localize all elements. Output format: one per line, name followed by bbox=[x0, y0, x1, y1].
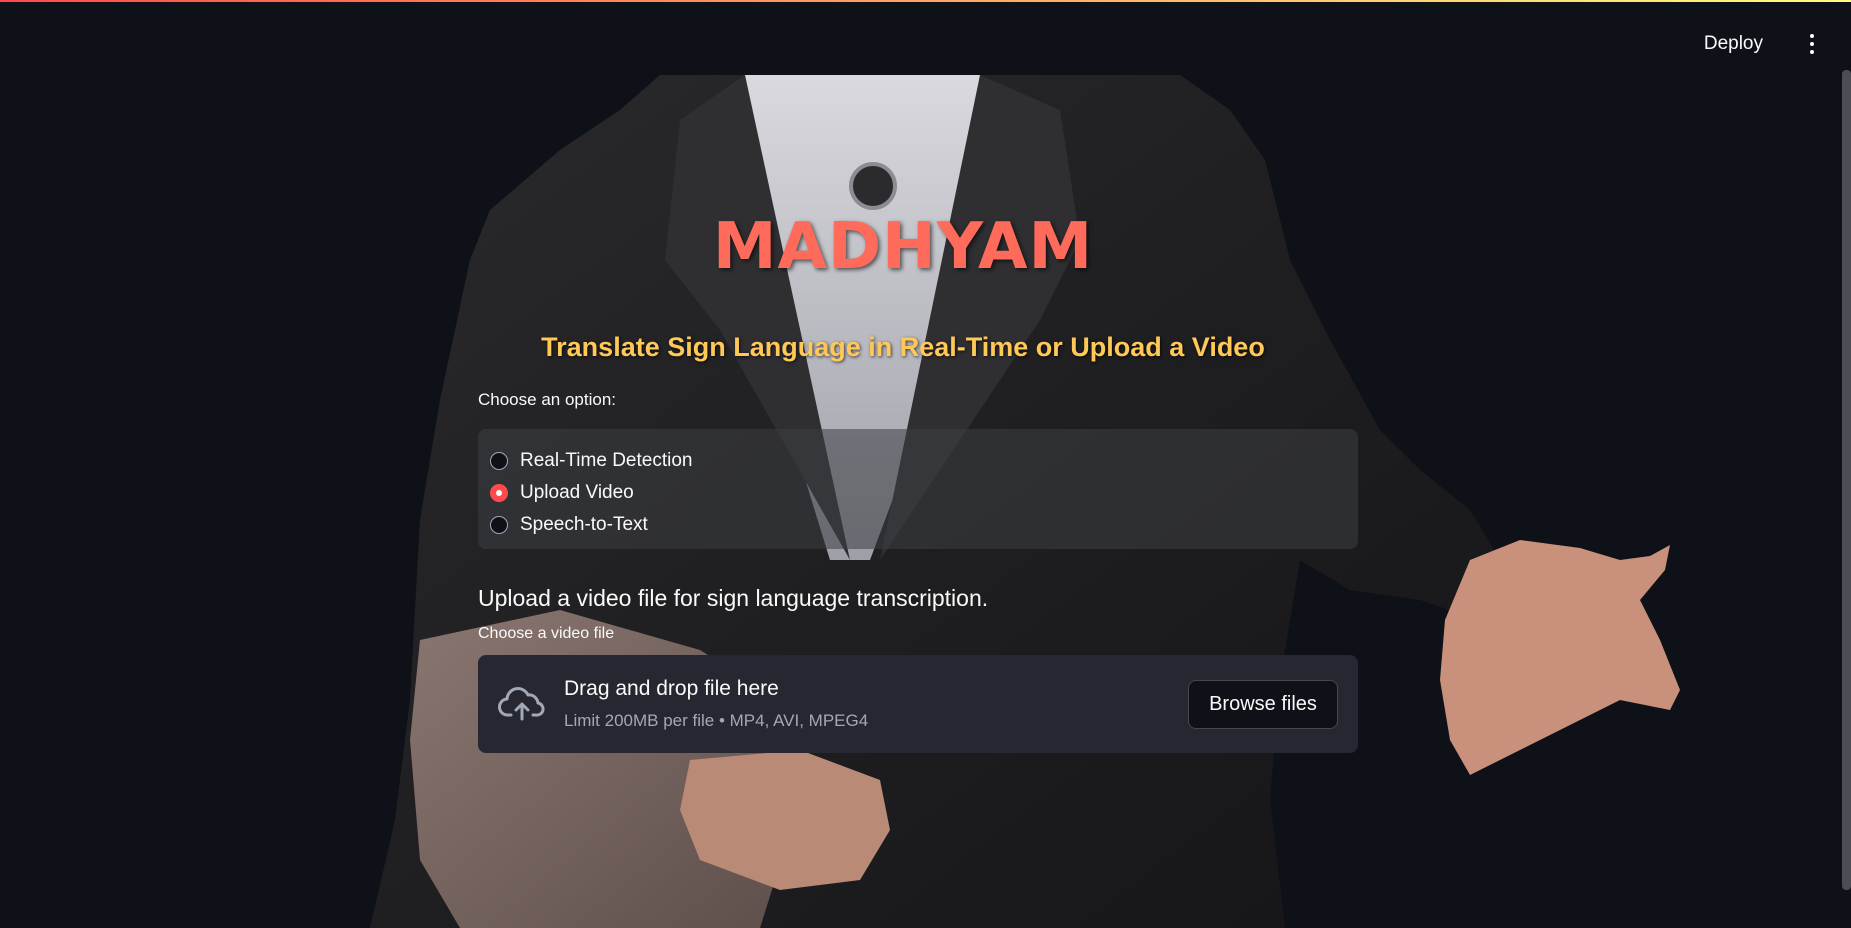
radio-option-label: Real-Time Detection bbox=[520, 450, 693, 471]
kebab-menu-icon[interactable] bbox=[1801, 28, 1823, 60]
radio-option-upload-video[interactable]: Upload Video bbox=[490, 477, 1346, 509]
browse-files-button[interactable]: Browse files bbox=[1188, 680, 1338, 729]
menu-dot bbox=[1810, 42, 1814, 46]
radio-option-label: Speech-to-Text bbox=[520, 514, 648, 535]
menu-dot bbox=[1810, 34, 1814, 38]
vertical-scrollbar[interactable] bbox=[1842, 70, 1851, 890]
radio-button[interactable] bbox=[490, 452, 508, 470]
dropzone-title: Drag and drop file here bbox=[564, 677, 779, 700]
option-radio-group: Real-Time Detection Upload Video Speech-… bbox=[478, 429, 1358, 549]
page-subtitle: Translate Sign Language in Real-Time or … bbox=[541, 332, 1265, 362]
menu-dot bbox=[1810, 50, 1814, 54]
file-uploader-label: Choose a video file bbox=[478, 625, 615, 642]
radio-option-label: Upload Video bbox=[520, 482, 634, 503]
page-title: MADHYAM bbox=[712, 210, 1094, 284]
radio-button[interactable] bbox=[490, 516, 508, 534]
option-radio-label: Choose an option: bbox=[478, 390, 616, 409]
upload-caption: Upload a video file for sign language tr… bbox=[478, 585, 989, 611]
radio-option-real-time-detection[interactable]: Real-Time Detection bbox=[490, 445, 1346, 477]
radio-option-speech-to-text[interactable]: Speech-to-Text bbox=[490, 509, 1346, 541]
deploy-button[interactable]: Deploy bbox=[1694, 26, 1773, 62]
app-root: Deploy MADHYAM Translate Sign Language i… bbox=[0, 0, 1851, 928]
file-dropzone[interactable]: Drag and drop file here Limit 200MB per … bbox=[478, 655, 1358, 753]
main-content: MADHYAM Translate Sign Language in Real-… bbox=[478, 0, 1358, 928]
cloud-upload-icon bbox=[498, 687, 545, 721]
dropzone-limit-text: Limit 200MB per file • MP4, AVI, MPEG4 bbox=[564, 711, 869, 730]
radio-button-selected[interactable] bbox=[490, 484, 508, 502]
